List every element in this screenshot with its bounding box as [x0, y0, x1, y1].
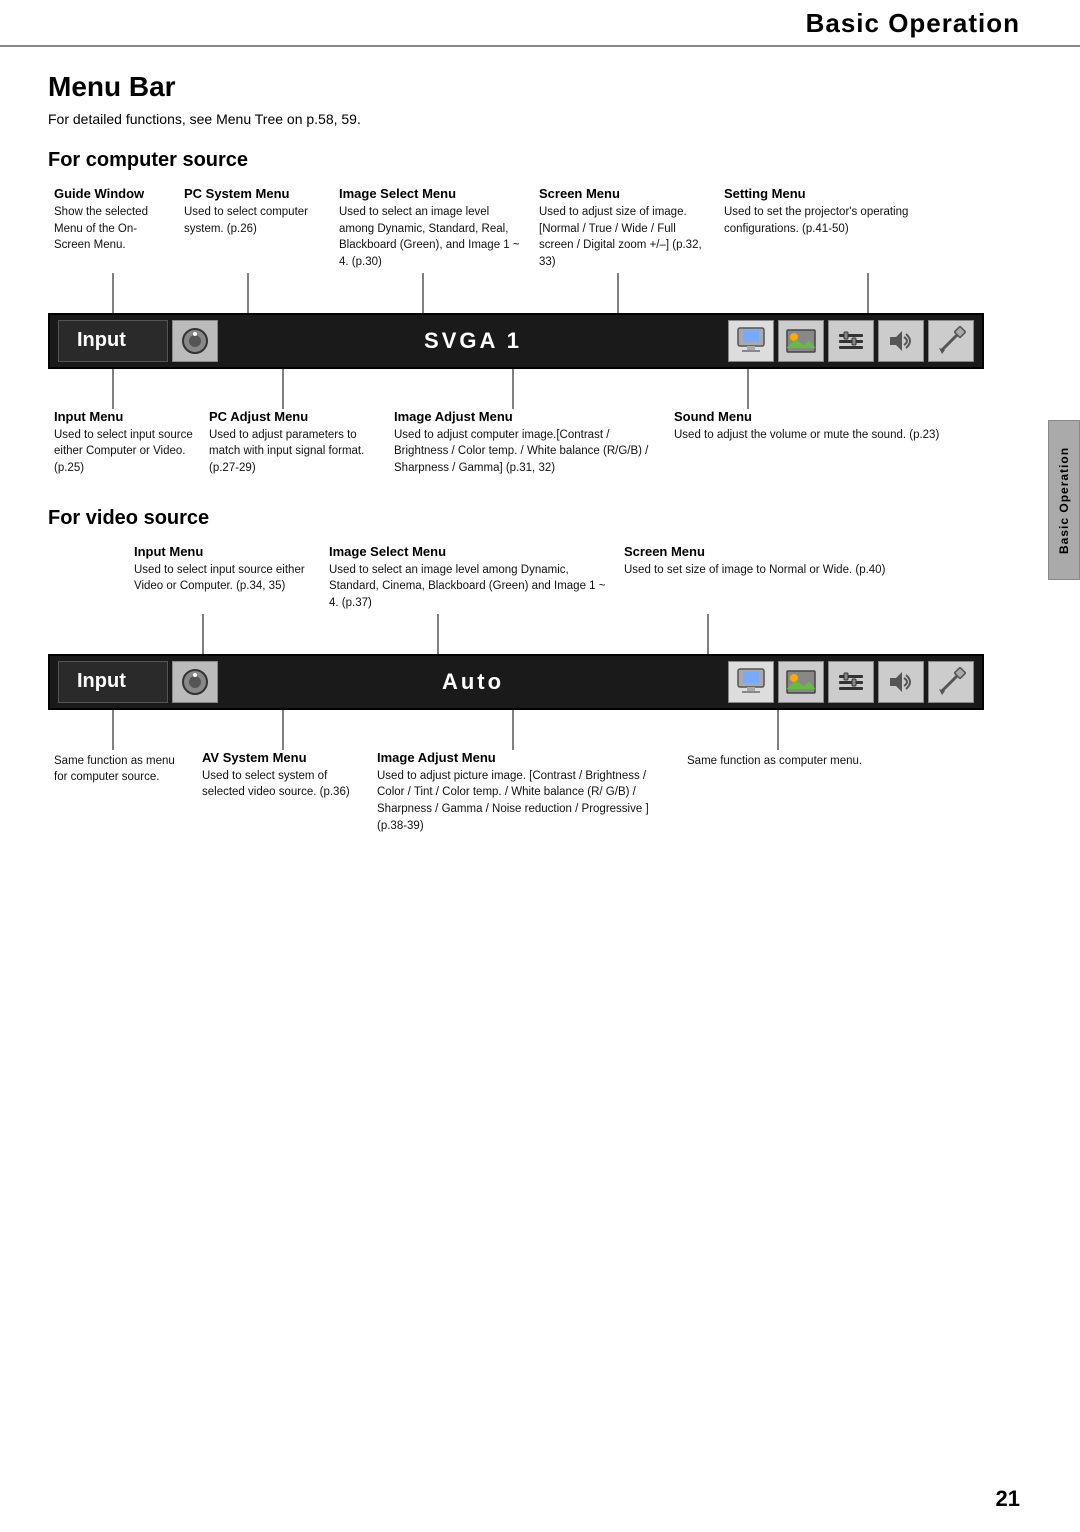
video-top-connector-lines: [48, 614, 984, 654]
image-select-menu-label: Image Select Menu Used to select an imag…: [333, 186, 533, 271]
page-number: 21: [996, 1486, 1020, 1512]
video-input-menu-label: Input Menu Used to select input source e…: [128, 544, 323, 612]
menu-icon-sound: [878, 320, 924, 362]
video-menu-bar: Input Auto: [48, 654, 984, 710]
side-tab: Basic Operation: [1048, 420, 1080, 580]
pc-adjust-menu-label: PC Adjust Menu Used to adjust parameters…: [203, 409, 388, 477]
main-content: Menu Bar For detailed functions, see Men…: [0, 47, 1044, 888]
video-section-heading: For video source: [48, 507, 984, 530]
setting-menu-label: Setting Menu Used to set the projector's…: [718, 186, 984, 271]
computer-section-heading: For computer source: [48, 149, 984, 172]
page-header: Basic Operation: [0, 0, 1080, 47]
video-menu-icon-image: [778, 661, 824, 703]
av-system-menu-label: AV System Menu Used to select system of …: [196, 750, 371, 835]
video-menu-bar-center-label: Auto: [222, 669, 724, 695]
screen-menu-label-top: Screen Menu Used to adjust size of image…: [533, 186, 718, 271]
video-image-adjust-label: Image Adjust Menu Used to adjust picture…: [371, 750, 681, 835]
header-title: Basic Operation: [806, 8, 1020, 38]
video-same-function-label: Same function as menu for computer sourc…: [48, 750, 196, 835]
video-source-section: For video source Input Menu Used to sele…: [48, 507, 984, 835]
video-menu-icon-pc: [728, 661, 774, 703]
video-screen-menu-label: Screen Menu Used to set size of image to…: [618, 544, 984, 612]
menu-icon-pc: [728, 320, 774, 362]
sound-menu-label: Sound Menu Used to adjust the volume or …: [668, 409, 984, 477]
menu-icon-image: [778, 320, 824, 362]
menu-icon-settings: [928, 320, 974, 362]
video-input-label: Input: [58, 661, 168, 703]
video-menu-icon-sound: [878, 661, 924, 703]
subtitle: For detailed functions, see Menu Tree on…: [48, 111, 984, 127]
menu-bar-center-label: SVGA 1: [222, 328, 724, 354]
video-menu-icon-adjust: [828, 661, 874, 703]
video-same-computer-label: Same function as computer menu.: [681, 750, 984, 835]
video-image-select-label: Image Select Menu Used to select an imag…: [323, 544, 618, 612]
computer-menu-bar: Input SVGA 1: [48, 313, 984, 369]
menu-icon-1: [172, 320, 218, 362]
bottom-connector-lines: [48, 369, 984, 409]
input-label: Input: [58, 320, 168, 362]
page-title: Menu Bar: [48, 71, 984, 103]
computer-source-section: For computer source Guide Window Show th…: [48, 149, 984, 477]
video-bottom-connector-lines: [48, 710, 984, 750]
input-menu-label-bottom: Input Menu Used to select input source e…: [48, 409, 203, 477]
pc-system-menu-label: PC System Menu Used to select computer s…: [178, 186, 333, 271]
top-connector-lines: [48, 273, 984, 313]
video-menu-icon-settings: [928, 661, 974, 703]
video-menu-icon-1: [172, 661, 218, 703]
image-adjust-menu-label: Image Adjust Menu Used to adjust compute…: [388, 409, 668, 477]
guide-window-label: Guide Window Show the selected Menu of t…: [48, 186, 178, 271]
menu-icon-adjust: [828, 320, 874, 362]
